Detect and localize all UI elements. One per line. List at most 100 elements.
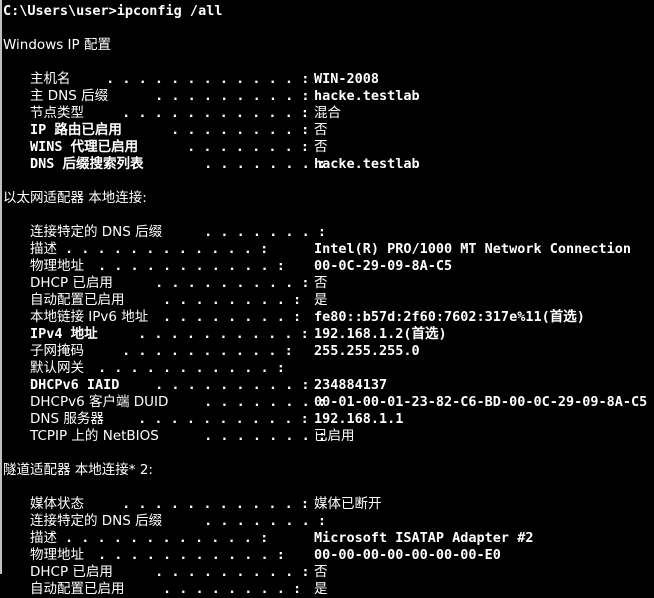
config-label: TCPIP 上的 NetBIOS	[30, 428, 159, 444]
config-label: DHCP 已启用	[30, 275, 113, 291]
config-value: 234884137	[314, 377, 388, 393]
config-value: hacke.testlab	[314, 156, 420, 172]
console-screen[interactable]: C:\Users\user>ipconfig /all Windows IP 配…	[0, 3, 654, 598]
section-title-tunnel-adapter: 隧道适配器 本地连接* 2:	[3, 462, 153, 478]
config-label: 自动配置已启用	[30, 292, 125, 308]
config-label: 本地链接 IPv6 地址	[30, 309, 149, 325]
leader-dots: . . . . . . . . :	[163, 581, 302, 597]
config-row: 主 DNS 后缀 . . . . . . . . . : hacke.testl…	[3, 88, 654, 105]
config-value: 是	[314, 292, 328, 308]
config-row: 描述 . . . . . . . . . . . . : Intel(R) PR…	[3, 241, 654, 258]
leader-dots: . . . . . . . . . . . :	[98, 258, 285, 274]
config-label: 连接特定的 DNS 后缀	[30, 513, 163, 529]
config-row: DHCPv6 IAID . . . . . . . . . : 23488413…	[3, 377, 654, 394]
section-title-windows-ip-config: Windows IP 配置	[3, 37, 111, 53]
config-label: 主 DNS 后缀	[30, 88, 109, 104]
config-value: 已启用	[314, 428, 355, 444]
config-label: IP 路由已启用	[30, 122, 122, 138]
config-label: DNS 服务器	[30, 411, 104, 427]
leader-dots: . . . . . . . . . . . . :	[65, 530, 269, 546]
leader-dots: . . . . . . . . . . :	[130, 411, 309, 427]
ethernet-adapter-list: 连接特定的 DNS 后缀 . . . . . . . : 描述 . . . . …	[3, 224, 654, 445]
leader-dots: . . . . . . . :	[196, 156, 327, 172]
config-value: 00-01-00-01-23-82-C6-BD-00-0C-29-09-8A-C…	[314, 394, 648, 410]
command-prompt-window[interactable]: C:\Users\user>ipconfig /all Windows IP 配…	[0, 0, 654, 597]
leader-dots: . . . . . . . . . . :	[114, 343, 293, 359]
config-row: 节点类型 . . . . . . . . . . . : 混合	[3, 105, 654, 122]
config-label: 子网掩码	[30, 343, 84, 359]
leader-dots: . . . . . . . . . . . :	[114, 105, 310, 121]
config-label: 描述	[30, 241, 57, 257]
config-label: 默认网关	[30, 360, 84, 376]
leader-dots: . . . . . . . . . . . :	[98, 547, 285, 563]
config-label: 主机名	[30, 71, 71, 87]
config-label: IPv4 地址	[30, 326, 98, 342]
leader-dots: . . . . . . . . . . . :	[98, 360, 285, 376]
config-value: 255.255.255.0	[314, 343, 420, 359]
config-row: 主机名 . . . . . . . . . . . . : WIN-2008	[3, 71, 654, 88]
config-value: hacke.testlab	[314, 88, 420, 104]
spacer-row	[3, 20, 654, 37]
config-row: 物理地址 . . . . . . . . . . . : 00-00-00-00…	[3, 547, 654, 564]
spacer-row	[3, 54, 654, 71]
config-value: 192.168.1.1	[314, 411, 404, 427]
config-value: 媒体已断开	[314, 496, 382, 512]
leader-dots: . . . . . . . :	[196, 513, 327, 529]
config-label: 描述	[30, 530, 57, 546]
prompt-line: C:\Users\user>ipconfig /all	[3, 3, 223, 19]
config-label: DHCPv6 IAID	[30, 377, 120, 393]
config-row: 连接特定的 DNS 后缀 . . . . . . . :	[3, 224, 654, 241]
config-row: DNS 服务器 . . . . . . . . . . : 192.168.1.…	[3, 411, 654, 428]
config-value: 否	[314, 564, 328, 580]
spacer-row	[3, 207, 654, 224]
spacer-row	[3, 173, 654, 190]
config-label: DNS 后缀搜索列表	[30, 156, 144, 172]
config-row: 连接特定的 DNS 后缀 . . . . . . . :	[3, 513, 654, 530]
leader-dots: . . . . . . . . . :	[147, 377, 310, 393]
config-label: 连接特定的 DNS 后缀	[30, 224, 163, 240]
config-value: 否	[314, 139, 328, 155]
config-value: fe80::b57d:2f60:7602:317e%11(首选)	[314, 309, 585, 325]
leader-dots: . . . . . . . . :	[163, 309, 302, 325]
config-row: IP 路由已启用 . . . . . . . . : 否	[3, 122, 654, 139]
leader-dots: . . . . . . . :	[196, 428, 327, 444]
config-row: DHCP 已启用 . . . . . . . . . : 否	[3, 275, 654, 292]
leader-dots: . . . . . . . . . . . . :	[98, 71, 310, 87]
config-label: DHCPv6 客户端 DUID	[30, 394, 169, 410]
tunnel-adapter-list: 媒体状态 . . . . . . . . . . . : 媒体已断开 连接特定的…	[3, 496, 654, 598]
leader-dots: . . . . . . . :	[179, 139, 310, 155]
config-row: 默认网关 . . . . . . . . . . . :	[3, 360, 654, 377]
leader-dots: . . . . . . . . :	[163, 292, 302, 308]
config-row: DHCPv6 客户端 DUID . . . . . . . : 00-01-00…	[3, 394, 654, 411]
leader-dots: . . . . . . . :	[196, 224, 327, 240]
config-value: 混合	[314, 105, 341, 121]
spacer-row	[3, 479, 654, 496]
config-label: 媒体状态	[30, 496, 84, 512]
config-label: 物理地址	[30, 547, 84, 563]
config-label: 节点类型	[30, 105, 84, 121]
windows-ip-config-list: 主机名 . . . . . . . . . . . . : WIN-2008 主…	[3, 71, 654, 173]
leader-dots: . . . . . . . . . :	[147, 88, 310, 104]
config-row: 自动配置已启用 . . . . . . . . : 是	[3, 581, 654, 598]
config-value: WIN-2008	[314, 71, 380, 87]
config-row: DNS 后缀搜索列表 . . . . . . . : hacke.testlab	[3, 156, 654, 173]
config-row: 子网掩码 . . . . . . . . . . : 255.255.255.0	[3, 343, 654, 360]
config-row: DHCP 已启用 . . . . . . . . . : 否	[3, 564, 654, 581]
leader-dots: . . . . . . . :	[196, 394, 327, 410]
config-row: 描述 . . . . . . . . . . . . : Microsoft I…	[3, 530, 654, 547]
config-value: 00-00-00-00-00-00-00-E0	[314, 547, 501, 563]
config-label: WINS 代理已启用	[30, 139, 139, 155]
config-value: 192.168.1.2(首选)	[314, 326, 447, 342]
leader-dots: . . . . . . . . . :	[147, 275, 310, 291]
config-row: 媒体状态 . . . . . . . . . . . : 媒体已断开	[3, 496, 654, 513]
config-row: TCPIP 上的 NetBIOS . . . . . . . : 已启用	[3, 428, 654, 445]
config-value: Microsoft ISATAP Adapter #2	[314, 530, 534, 546]
config-row: 自动配置已启用 . . . . . . . . : 是	[3, 292, 654, 309]
spacer-row	[3, 445, 654, 462]
config-label: 自动配置已启用	[30, 581, 125, 597]
config-label: 物理地址	[30, 258, 84, 274]
config-value: 00-0C-29-09-8A-C5	[314, 258, 453, 274]
config-value: Intel(R) PRO/1000 MT Network Connection	[314, 241, 631, 257]
config-row: 本地链接 IPv6 地址 . . . . . . . . : fe80::b57…	[3, 309, 654, 326]
config-row: 物理地址 . . . . . . . . . . . : 00-0C-29-09…	[3, 258, 654, 275]
